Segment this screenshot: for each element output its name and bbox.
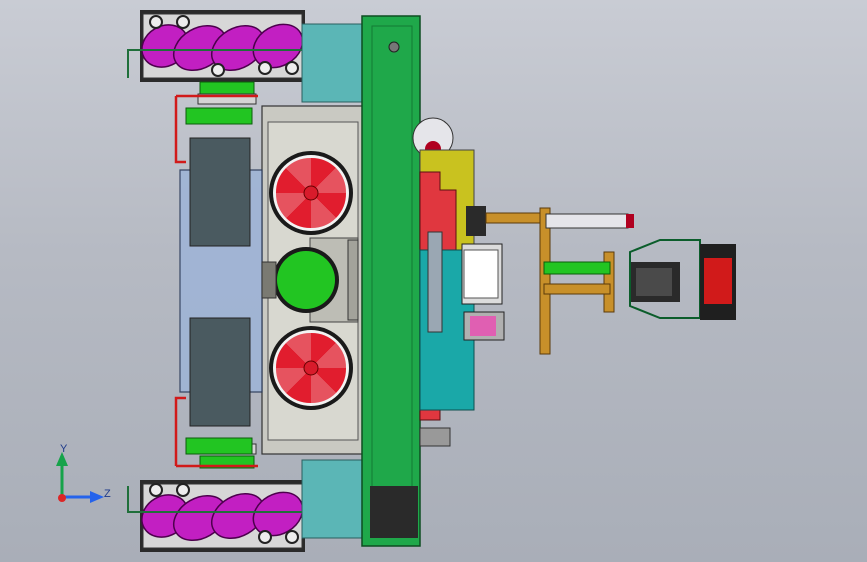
cooling-fan-bottom bbox=[269, 326, 353, 410]
cooling-fan-top bbox=[269, 151, 353, 235]
turntable-plate bbox=[427, 231, 443, 333]
drive-belt-top bbox=[185, 107, 253, 125]
axis-y-label: Y bbox=[60, 443, 68, 455]
mecanum-wheel-bottom bbox=[140, 443, 305, 552]
arm-links bbox=[461, 206, 547, 341]
main-frame bbox=[361, 15, 421, 547]
teal-panel-top bbox=[301, 23, 365, 103]
axis-triad: Y Z bbox=[56, 443, 111, 503]
teal-panel-bottom bbox=[301, 459, 365, 539]
gripper bbox=[629, 239, 736, 320]
axis-z-label: Z bbox=[104, 488, 111, 500]
cad-viewport[interactable]: Y Z bbox=[0, 0, 867, 562]
bronze-links bbox=[539, 207, 634, 355]
mecanum-wheel-top bbox=[140, 10, 305, 105]
drive-belt-bottom bbox=[185, 437, 253, 455]
battery-housing bbox=[179, 137, 263, 427]
